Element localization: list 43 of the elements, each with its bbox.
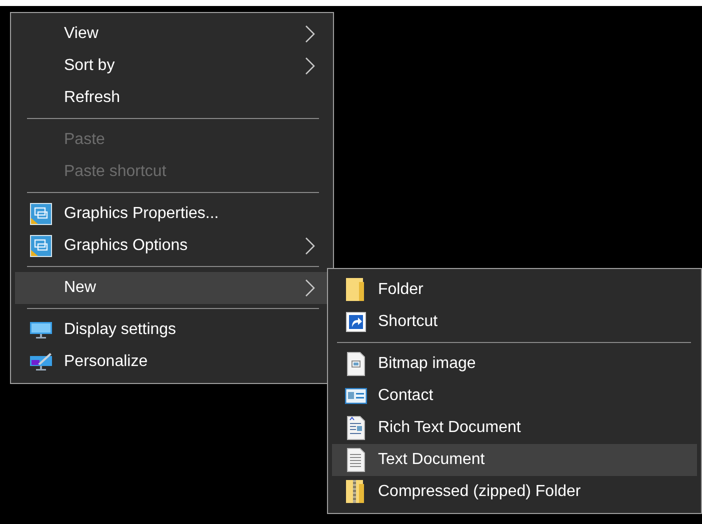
menu-item[interactable]: Graphics Options [15, 230, 329, 262]
menu-item[interactable]: Folder [332, 274, 697, 306]
menu-item-label: Sort by [64, 57, 116, 75]
menu-item-label: Refresh [64, 89, 122, 107]
menu-item-label: Folder [378, 281, 424, 299]
folder-icon [346, 278, 366, 302]
menu-item[interactable]: Compressed (zipped) Folder [332, 476, 697, 508]
menu-item-label: Compressed (zipped) Folder [378, 483, 582, 501]
menu-item[interactable]: Graphics Properties... [15, 198, 329, 230]
menu-item-label: Graphics Properties... [64, 205, 220, 223]
rich-text-file-icon [347, 416, 365, 440]
menu-item-label: Rich Text Document [378, 419, 522, 437]
menu-item-label: Personalize [64, 353, 149, 371]
graphics-icon [30, 203, 52, 225]
menu-item[interactable]: Display settings [15, 314, 329, 346]
menu-item[interactable]: Text Document [332, 444, 697, 476]
menu-item-label: Display settings [64, 321, 178, 339]
menu-item[interactable]: Refresh [15, 82, 329, 114]
menu-item-label: Bitmap image [378, 355, 477, 373]
menu-item[interactable]: Sort by [15, 50, 329, 82]
contact-card-icon [345, 388, 367, 404]
menu-item-label: Paste [64, 131, 106, 149]
menu-item-label: View [64, 25, 100, 43]
menu-item[interactable]: Shortcut [332, 306, 697, 338]
menu-item[interactable]: Contact [332, 380, 697, 412]
menu-item[interactable]: Bitmap image [332, 348, 697, 380]
menu-item-label: New [64, 279, 98, 297]
menu-item[interactable]: View [15, 18, 329, 50]
image-file-icon [347, 352, 365, 376]
monitor-icon [30, 320, 52, 340]
menu-item[interactable]: New [15, 272, 329, 304]
menu-item-label: Shortcut [378, 313, 439, 331]
monitor-brush-icon [30, 352, 52, 372]
text-file-icon [347, 448, 365, 472]
menu-item-label: Contact [378, 387, 434, 405]
shortcut-arrow-icon [346, 312, 366, 332]
menu-item-label: Text Document [378, 451, 486, 469]
zipped-folder-icon [346, 480, 366, 504]
graphics-icon [30, 235, 52, 257]
menu-item-label: Graphics Options [64, 237, 189, 255]
menu-item-label: Paste shortcut [64, 163, 168, 181]
menu-item[interactable]: Rich Text Document [332, 412, 697, 444]
menu-item[interactable]: Personalize [15, 346, 329, 378]
